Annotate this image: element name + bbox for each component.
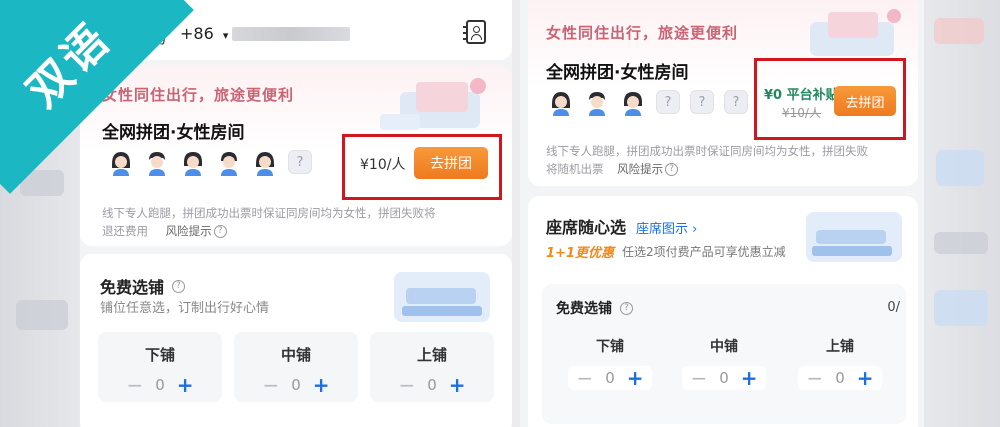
lower-berth-box: 下铺 − 0 + (98, 332, 222, 402)
promo-note-line1: 线下专人跑腿，拼团成功出票时保证同房间均为女性，拼团失败 (546, 144, 868, 158)
berth-count: 0 (427, 376, 437, 394)
plus-icon[interactable]: + (627, 368, 644, 388)
decorative-illustration (810, 9, 901, 56)
berth-label: 中铺 (710, 339, 738, 355)
empty-slot-icon: ? (288, 150, 312, 174)
berth-selected-count: 0/ (887, 300, 900, 315)
women-group-card: 女性同住出行，旅途更便利 全网拼团·女性房间 ? ? ? ¥0 平台补贴 ¥10… (528, 0, 918, 186)
free-berth-card: 免费选铺 ? 0/ 下铺 − 0 + 中铺 − 0 + 上铺 − 0 + (542, 284, 906, 424)
free-berth-card: 免费选铺 ? 铺位任意选，订制出行好心情 下铺 − 0 + 中铺 − 0 + 上… (80, 254, 512, 427)
upper-berth-box: 上铺 − 0 + (786, 336, 894, 396)
seat-title: 座席随心选 (546, 218, 627, 237)
promo-note-line2: 将随机出票 (546, 162, 604, 176)
risk-tip-link[interactable]: 风险提示? (166, 224, 227, 238)
middle-berth-box: 中铺 − 0 + (234, 332, 358, 402)
berth-label: 下铺 (144, 346, 175, 364)
berth-label: 上铺 (826, 339, 854, 355)
plus-icon[interactable]: + (857, 368, 874, 388)
contacts-icon[interactable] (463, 20, 486, 44)
berth-stepper: − 0 + (398, 375, 465, 395)
minus-icon[interactable]: − (126, 375, 143, 395)
berth-count: 0 (719, 369, 729, 387)
risk-tip-label: 风险提示 (617, 162, 664, 176)
female-avatar-icon (584, 90, 610, 116)
free-berth-title: 免费选铺 (556, 301, 612, 317)
plus-icon[interactable]: + (177, 375, 194, 395)
female-avatar-icon (548, 90, 574, 116)
offer-description: 任选2项付费产品可享优惠立减 (621, 245, 786, 259)
help-icon[interactable]: ? (172, 279, 186, 293)
seat-illustration (806, 212, 902, 262)
berth-count: 0 (605, 369, 615, 387)
upper-berth-box: 上铺 − 0 + (370, 332, 494, 402)
berth-label: 下铺 (596, 339, 624, 355)
empty-slot-icon: ? (724, 90, 748, 114)
blurred-shape (16, 300, 68, 330)
berth-stepper: − 0 + (262, 375, 329, 395)
help-icon: ? (213, 225, 227, 238)
berth-stepper: − 0 + (568, 366, 652, 390)
promo-tag: 女性同住出行，旅途更便利 (546, 24, 739, 42)
blurred-shape (934, 290, 988, 326)
female-avatar-icon (252, 150, 278, 176)
avatar-row: ? ? ? (548, 90, 748, 116)
promo-title: 全网拼团·女性房间 (546, 63, 689, 83)
plus-icon[interactable]: + (449, 375, 466, 395)
risk-tip-link[interactable]: 风险提示? (617, 162, 679, 176)
blurred-shape (934, 232, 988, 254)
promo-note: 线下专人跑腿，拼团成功出票时保证同房间均为女性，拼团失败 将随机出票 风险提示? (546, 142, 912, 178)
berth-stepper: − 0 + (126, 375, 193, 395)
minus-icon[interactable]: − (806, 368, 823, 388)
risk-tip-label: 风险提示 (165, 224, 212, 238)
middle-berth-box: 中铺 − 0 + (670, 336, 778, 396)
berth-count: 0 (291, 376, 301, 394)
platform-subsidy: ¥0 平台补贴 (764, 88, 839, 103)
decorative-illustration (380, 78, 486, 130)
caret-down-icon: ▾ (222, 29, 229, 42)
berth-label: 上铺 (416, 346, 447, 364)
help-icon[interactable]: ? (620, 301, 633, 315)
female-avatar-icon (216, 150, 242, 176)
plus-icon[interactable]: + (313, 375, 330, 395)
watermark-corner-badge: 双语 (0, 0, 200, 200)
berth-label: 中铺 (280, 346, 311, 364)
seat-map-link[interactable]: 座席图示 › (636, 218, 697, 237)
phone-number-masked (232, 27, 350, 41)
original-price: ¥10/人 (782, 106, 821, 120)
free-berth-title: 免费选铺 (100, 278, 165, 297)
offer-badge: 1+1更优惠 (546, 246, 614, 261)
promo-note: 线下专人跑腿，拼团成功出票时保证同房间均为女性，拼团失败将 退还费用 风险提示? (102, 204, 502, 240)
berth-count: 0 (155, 376, 165, 394)
minus-icon[interactable]: − (690, 368, 707, 388)
blurred-shape (934, 18, 984, 44)
lower-berth-box: 下铺 − 0 + (556, 336, 664, 396)
join-group-button[interactable]: 去拼团 (834, 86, 896, 116)
berth-count: 0 (835, 369, 845, 387)
promo-note-line1: 线下专人跑腿，拼团成功出票时保证同房间均为女性，拼团失败将 (102, 206, 436, 220)
join-group-button[interactable]: 去拼团 (414, 147, 488, 179)
promo-note-line2: 退还费用 (102, 224, 148, 238)
blurred-shape (936, 150, 984, 186)
free-berth-subtitle: 铺位任意选，订制出行好心情 (100, 301, 270, 316)
female-avatar-icon (620, 90, 646, 116)
empty-slot-icon: ? (656, 90, 680, 114)
price-per-person: ¥10/人 (360, 157, 406, 173)
berth-illustration (394, 272, 490, 322)
minus-icon[interactable]: − (576, 368, 593, 388)
berth-stepper: − 0 + (798, 366, 882, 390)
blurred-background-right (920, 0, 1000, 427)
seat-selection-card: 座席随心选 座席图示 › 1+1更优惠 任选2项付费产品可享优惠立减 免费选铺 … (528, 196, 918, 427)
help-icon: ? (665, 163, 679, 176)
berth-stepper: − 0 + (682, 366, 766, 390)
right-screenshot-panel: 女性同住出行，旅途更便利 全网拼团·女性房间 ? ? ? ¥0 平台补贴 ¥10… (520, 0, 924, 427)
empty-slot-icon: ? (690, 90, 714, 114)
minus-icon[interactable]: − (398, 375, 415, 395)
plus-icon[interactable]: + (741, 368, 758, 388)
minus-icon[interactable]: − (262, 375, 279, 395)
